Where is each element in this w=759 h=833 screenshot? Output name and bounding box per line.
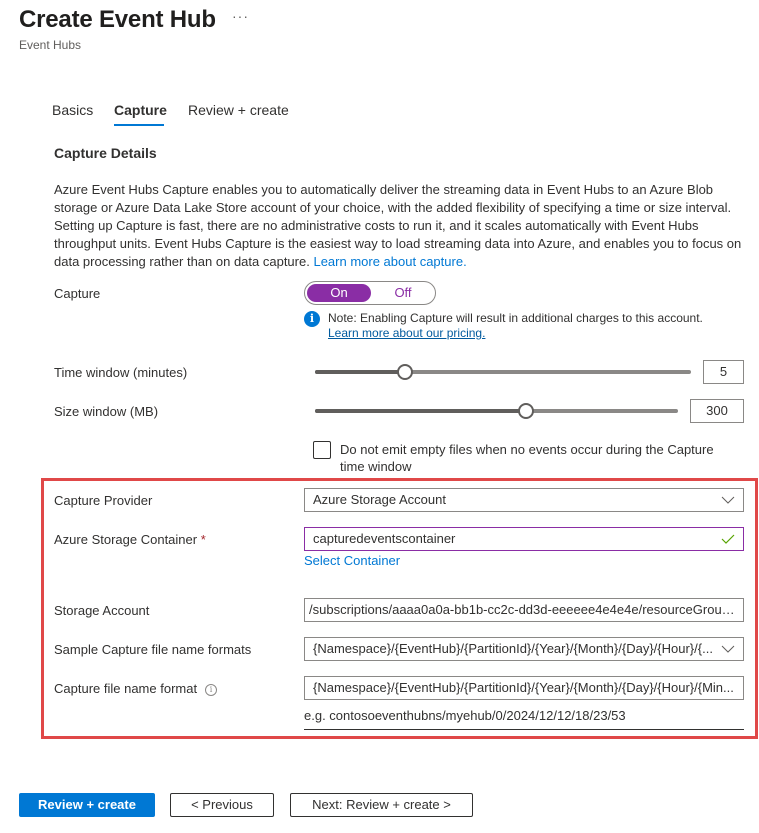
empty-files-checkbox[interactable] xyxy=(313,441,331,459)
info-icon: i xyxy=(304,311,320,327)
storage-container-value: capturedeventscontainer xyxy=(313,531,456,546)
capture-provider-label: Capture Provider xyxy=(54,493,153,508)
capture-label: Capture xyxy=(54,286,101,301)
next-button[interactable]: Next: Review + create > xyxy=(290,793,473,817)
note-text: Note: Enabling Capture will result in ad… xyxy=(328,311,703,325)
file-format-label: Capture file name format i xyxy=(54,681,218,696)
time-window-slider-thumb[interactable] xyxy=(397,364,414,380)
time-window-slider-fill xyxy=(315,370,406,374)
storage-container-label-text: Azure Storage Container xyxy=(54,532,198,547)
tab-capture[interactable]: Capture xyxy=(114,102,167,118)
empty-files-label: Do not emit empty files when no events o… xyxy=(340,442,714,474)
time-window-label: Time window (minutes) xyxy=(54,365,188,380)
size-window-slider-thumb[interactable] xyxy=(517,403,534,419)
sample-formats-dropdown[interactable]: {Namespace}/{EventHub}/{PartitionId}/{Ye… xyxy=(304,637,744,661)
select-container-link[interactable]: Select Container xyxy=(304,553,400,568)
info-icon[interactable]: i xyxy=(205,684,218,696)
size-window-slider-fill xyxy=(315,409,526,413)
page-title: Create Event Hub xyxy=(19,6,216,33)
section-description: Azure Event Hubs Capture enables you to … xyxy=(54,181,754,271)
toggle-on-option[interactable]: On xyxy=(307,284,371,302)
capture-provider-dropdown[interactable]: Azure Storage Account xyxy=(304,488,744,512)
learn-more-capture-link[interactable]: Learn more about capture. xyxy=(313,254,466,269)
size-window-slider[interactable] xyxy=(315,403,678,419)
pricing-link[interactable]: Learn more about our pricing. xyxy=(328,326,703,341)
file-format-example: e.g. contosoeventhubns/myehub/0/2024/12/… xyxy=(304,708,744,730)
tab-review-create[interactable]: Review + create xyxy=(188,102,289,118)
sample-formats-label: Sample Capture file name formats xyxy=(54,642,252,657)
chevron-down-icon xyxy=(721,496,735,504)
file-format-input[interactable]: {Namespace}/{EventHub}/{PartitionId}/{Ye… xyxy=(304,676,744,700)
active-tab-indicator xyxy=(114,124,164,126)
tab-basics[interactable]: Basics xyxy=(52,102,93,118)
page-subtitle: Event Hubs xyxy=(19,38,82,52)
storage-container-input[interactable]: capturedeventscontainer xyxy=(304,527,744,551)
capture-toggle[interactable]: On Off xyxy=(304,281,436,305)
more-options-icon[interactable]: ··· xyxy=(232,8,249,24)
toggle-off-option[interactable]: Off xyxy=(371,284,435,302)
chevron-down-icon xyxy=(721,645,735,653)
storage-account-field[interactable]: /subscriptions/aaaa0a0a-bb1b-cc2c-dd3d-e… xyxy=(304,598,744,622)
storage-account-label: Storage Account xyxy=(54,603,150,618)
file-format-label-text: Capture file name format xyxy=(54,681,198,696)
storage-container-label: Azure Storage Container * xyxy=(54,532,206,547)
section-title: Capture Details xyxy=(54,145,157,161)
time-window-slider[interactable] xyxy=(315,364,691,380)
previous-button[interactable]: < Previous xyxy=(170,793,274,817)
size-window-input[interactable]: 300 xyxy=(690,399,744,423)
review-create-button[interactable]: Review + create xyxy=(19,793,155,817)
capture-note: Note: Enabling Capture will result in ad… xyxy=(328,311,703,341)
checkmark-icon xyxy=(721,534,735,544)
capture-provider-value: Azure Storage Account xyxy=(313,492,446,507)
required-indicator: * xyxy=(200,532,206,547)
time-window-input[interactable]: 5 xyxy=(703,360,744,384)
sample-formats-value: {Namespace}/{EventHub}/{PartitionId}/{Ye… xyxy=(313,641,713,656)
size-window-label: Size window (MB) xyxy=(54,404,159,419)
